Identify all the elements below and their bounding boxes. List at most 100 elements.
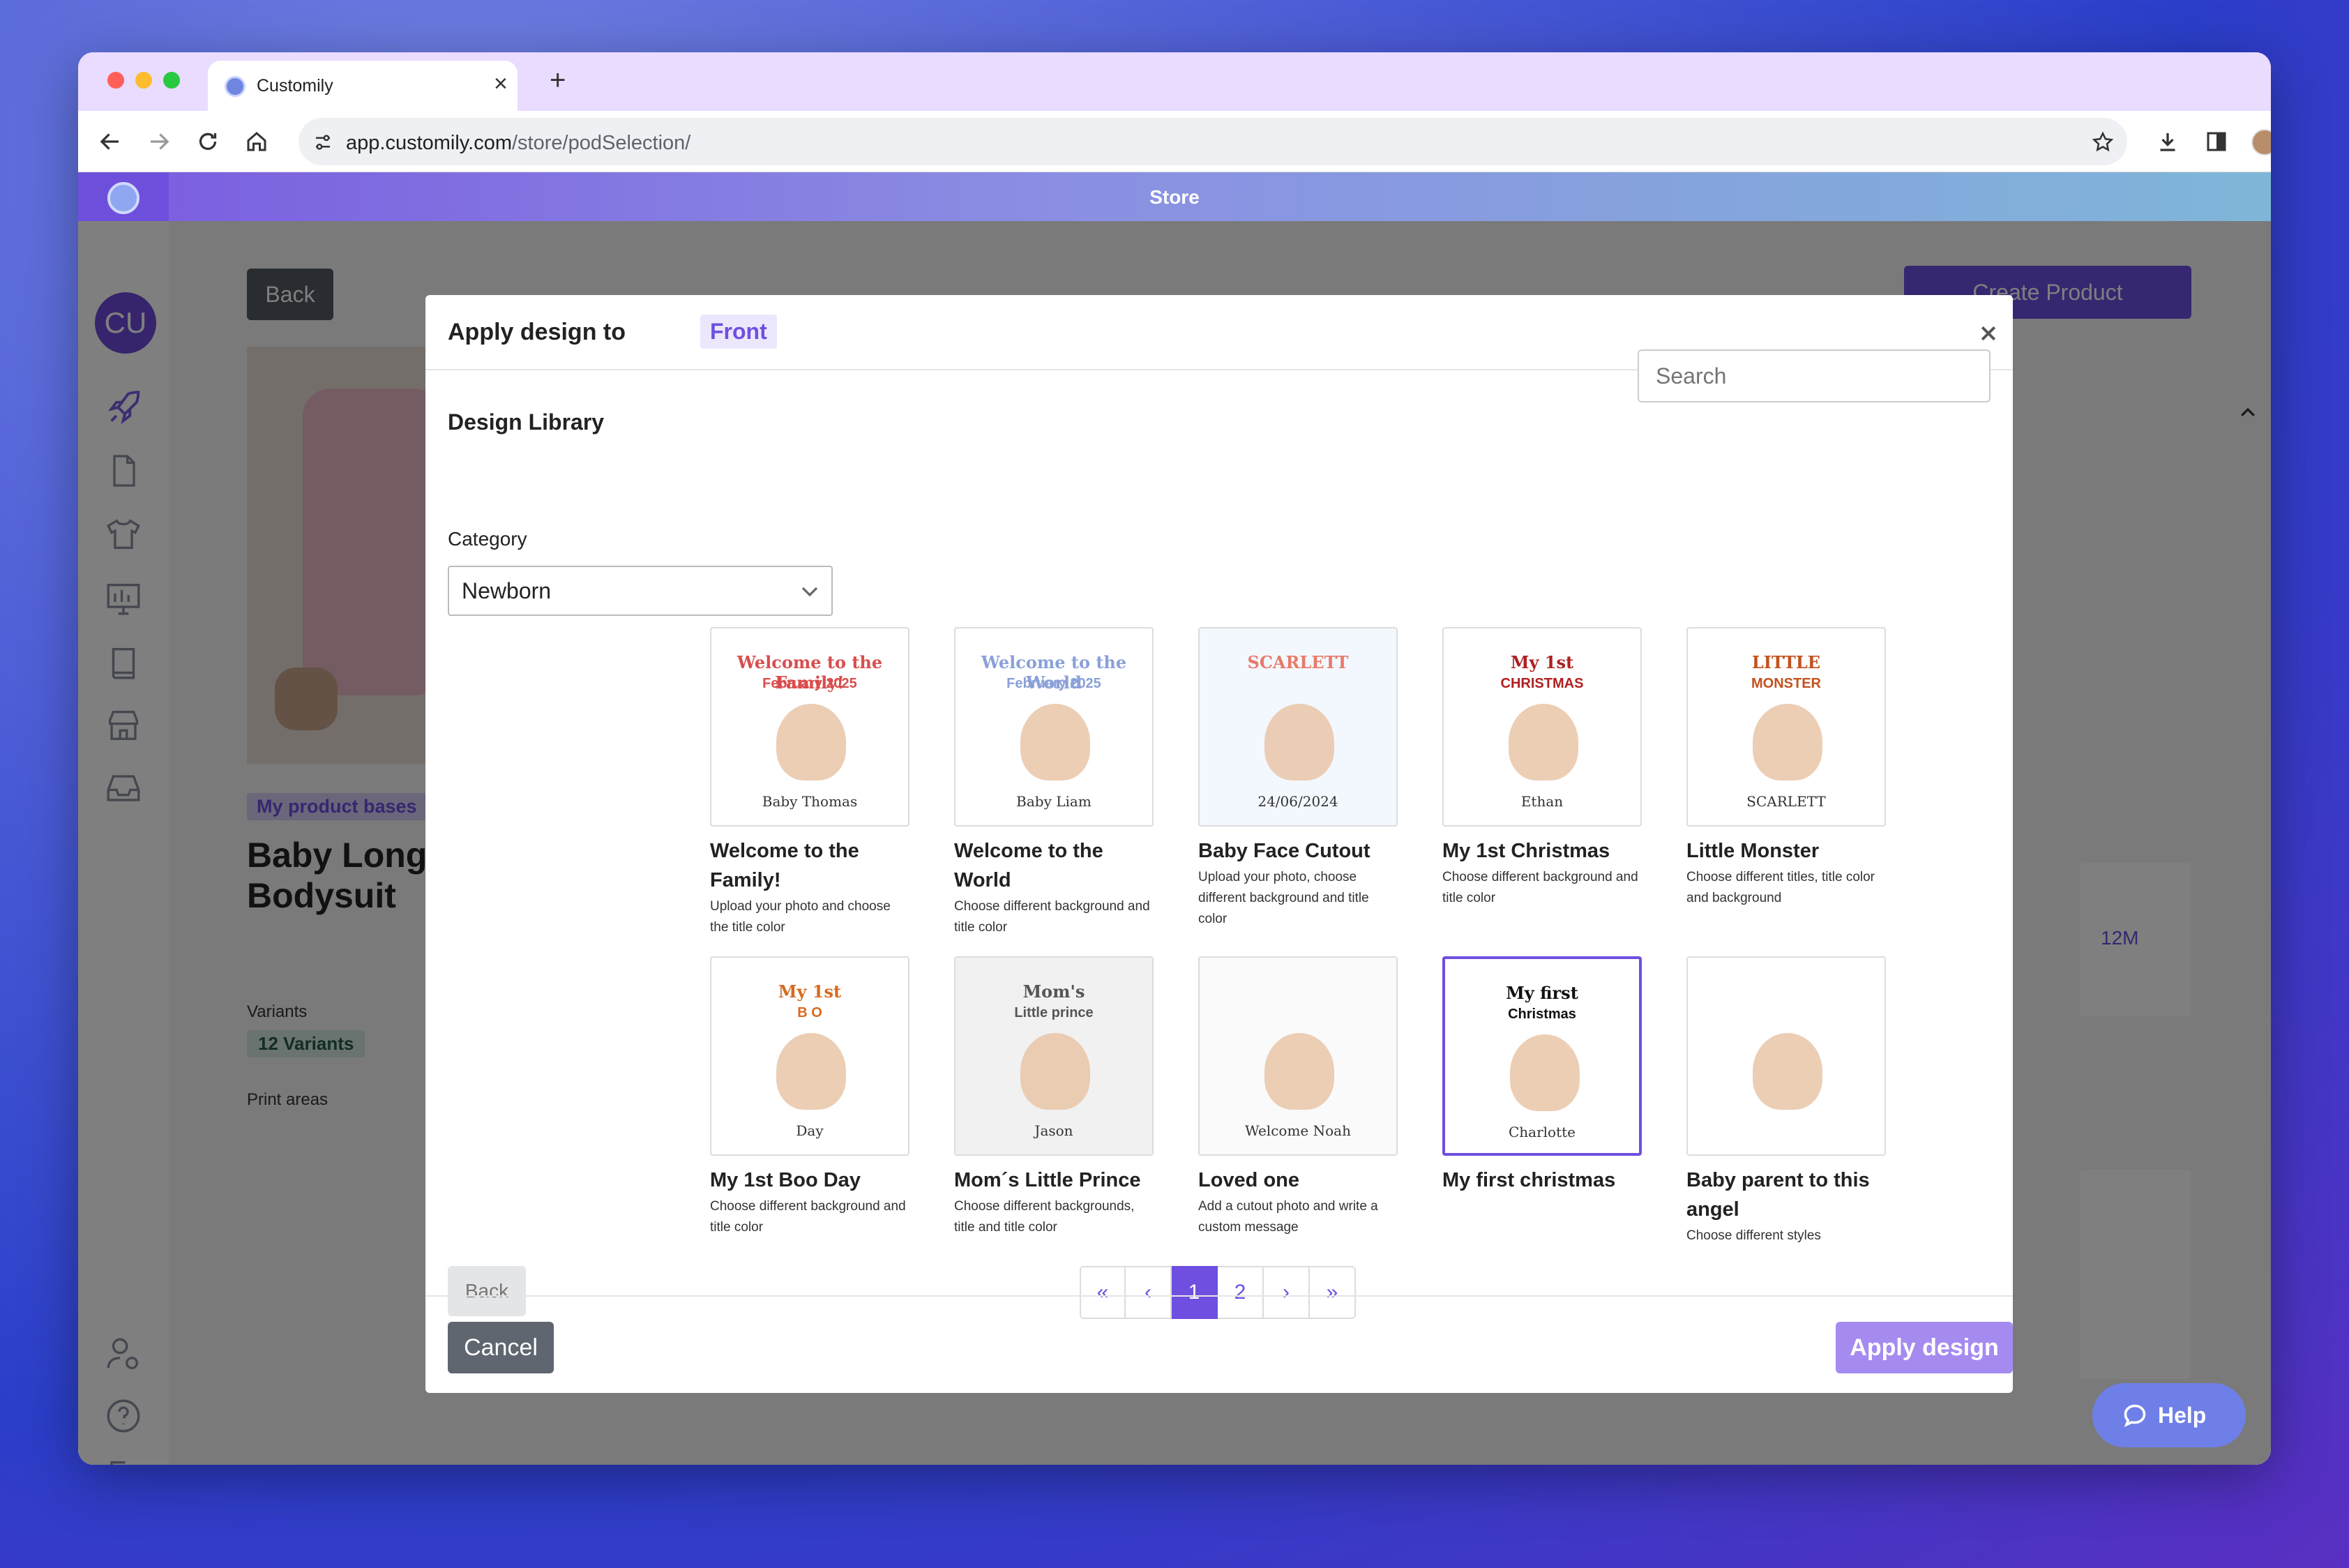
baby-illustration — [1753, 704, 1822, 781]
thumbnail-title: LITTLE — [1751, 652, 1821, 672]
design-name: Mom´s Little Prince — [954, 1169, 1141, 1191]
page-1-button[interactable]: 1 — [1172, 1266, 1218, 1319]
category-label: Category — [448, 528, 527, 550]
last-page-button[interactable]: » — [1310, 1266, 1356, 1319]
thumbnail-subtitle: Little prince — [1014, 1005, 1094, 1020]
design-thumbnail[interactable]: LITTLE MONSTER SCARLETT — [1686, 627, 1886, 827]
design-library-heading: Design Library — [448, 409, 605, 435]
apply-design-modal: Apply design to Front Design Library Cat… — [425, 295, 2013, 1393]
url-text: app.customily.com/store/podSelection/ — [346, 132, 691, 154]
thumbnail-title: My first — [1506, 983, 1578, 1003]
back-arrow-icon[interactable] — [98, 129, 123, 154]
maximize-window-button[interactable] — [163, 72, 180, 89]
category-select[interactable]: Newborn — [448, 566, 833, 616]
design-name: Welcome to the World — [954, 840, 1103, 891]
design-description: Choose different background and title co… — [1442, 870, 1638, 905]
site-settings-icon[interactable] — [312, 132, 333, 153]
design-thumbnail[interactable]: SCARLETT 24/06/2024 — [1198, 627, 1398, 827]
tab-bar: Customily × + — [78, 52, 2271, 111]
design-name: My 1st Christmas — [1442, 840, 1610, 862]
design-card[interactable]: Welcome Noah Loved one Add a cutout photo … — [1198, 956, 1398, 1238]
modal-back-button[interactable]: Back — [448, 1266, 526, 1316]
first-page-button[interactable]: « — [1080, 1266, 1126, 1319]
design-card[interactable]: My 1st CHRISTMAS Ethan My 1st Christmas Choo… — [1442, 627, 1642, 909]
design-thumbnail[interactable]: My first Christmas Charlotte — [1442, 956, 1642, 1156]
thumbnail-title: My 1st — [778, 981, 842, 1002]
design-description: Choose different styles — [1686, 1228, 1821, 1243]
design-description: Choose different backgrounds, title and … — [954, 1199, 1135, 1235]
thumbnail-subtitle: February 2025 — [762, 676, 857, 691]
thumbnail-footer: Baby Liam — [1016, 793, 1092, 810]
design-name: Baby Face Cutout — [1198, 840, 1370, 862]
baby-illustration — [1509, 704, 1578, 781]
download-icon[interactable] — [2155, 129, 2180, 154]
design-thumbnail[interactable]: Welcome to the World February 2025 Baby Li… — [954, 627, 1154, 827]
design-description: Choose different background and title co… — [954, 899, 1150, 935]
browser-window: Customily × + app.customily.com/store/po… — [78, 52, 2271, 1465]
close-window-button[interactable] — [107, 72, 124, 89]
design-card[interactable]: Welcome to the Family! February 2025 Baby … — [710, 627, 909, 938]
search-input[interactable] — [1638, 349, 1991, 402]
forward-arrow-icon[interactable] — [146, 129, 172, 154]
close-icon[interactable] — [1978, 323, 1999, 344]
baby-illustration — [1753, 1033, 1822, 1110]
thumbnail-footer: Charlotte — [1508, 1124, 1576, 1140]
thumbnail-subtitle: CHRISTMAS — [1500, 676, 1584, 691]
thumbnail-footer: Baby Thomas — [762, 793, 858, 810]
help-button[interactable]: Help — [2092, 1383, 2246, 1447]
minimize-window-button[interactable] — [135, 72, 152, 89]
baby-illustration — [776, 1033, 846, 1110]
next-page-button[interactable]: › — [1264, 1266, 1310, 1319]
app-logo-area — [78, 172, 169, 221]
design-thumbnail[interactable]: Welcome to the Family! February 2025 Baby … — [710, 627, 909, 827]
design-name: Little Monster — [1686, 840, 1820, 862]
design-name: My first christmas — [1442, 1169, 1616, 1191]
thumbnail-footer: Ethan — [1520, 793, 1564, 810]
side-panel-icon[interactable] — [2204, 129, 2229, 154]
design-card[interactable]: My first Christmas Charlotte My first chris… — [1442, 956, 1642, 1196]
browser-tab[interactable]: Customily × — [208, 61, 518, 111]
apply-design-button[interactable]: Apply design — [1836, 1322, 2013, 1373]
close-tab-icon[interactable]: × — [494, 70, 508, 98]
design-name: Baby parent to this angel — [1686, 1169, 1870, 1221]
design-card[interactable]: Mom's Little prince Jason Mom´s Little Prin… — [954, 956, 1154, 1238]
design-card[interactable]: My 1st B O Day My 1st Boo Day Choose differe… — [710, 956, 909, 1238]
design-thumbnail[interactable]: My 1st B O Day — [710, 956, 909, 1156]
design-description: Upload your photo and choose the title c… — [710, 899, 891, 935]
design-thumbnail[interactable] — [1686, 956, 1886, 1156]
thumbnail-footer: SCARLETT — [1746, 793, 1826, 810]
thumbnail-subtitle: MONSTER — [1751, 676, 1821, 691]
design-thumbnail[interactable]: My 1st CHRISTMAS Ethan — [1442, 627, 1642, 827]
thumbnail-footer: Welcome Noah — [1245, 1122, 1351, 1139]
home-icon[interactable] — [244, 129, 269, 154]
new-tab-button[interactable]: + — [550, 65, 566, 96]
tab-title: Customily — [257, 76, 333, 96]
design-thumbnail[interactable]: Welcome Noah — [1198, 956, 1398, 1156]
thumbnail-footer: Day — [796, 1122, 824, 1139]
page-2-button[interactable]: 2 — [1218, 1266, 1264, 1319]
design-description: Upload your photo, choose different back… — [1198, 870, 1369, 926]
design-description: Choose different background and title co… — [710, 1199, 906, 1235]
cancel-button[interactable]: Cancel — [448, 1322, 554, 1373]
address-bar-row: app.customily.com/store/podSelection/ — [78, 111, 2271, 172]
design-name: My 1st Boo Day — [710, 1169, 861, 1191]
thumbnail-title: My 1st — [1510, 652, 1574, 672]
design-card[interactable]: Baby parent to this angel Choose differen… — [1686, 956, 1886, 1246]
thumbnail-title: SCARLETT — [1247, 652, 1349, 672]
design-description: Add a cutout photo and write a custom me… — [1198, 1199, 1378, 1235]
design-thumbnail[interactable]: Mom's Little prince Jason — [954, 956, 1154, 1156]
bookmark-star-icon[interactable] — [2091, 130, 2115, 154]
reload-icon[interactable] — [195, 129, 220, 154]
design-card[interactable]: SCARLETT 24/06/2024 Baby Face Cutout Upload… — [1198, 627, 1398, 930]
baby-illustration — [1264, 704, 1334, 781]
design-name: Welcome to the Family! — [710, 840, 859, 891]
url-bar[interactable]: app.customily.com/store/podSelection/ — [299, 118, 2127, 165]
profile-avatar[interactable] — [2251, 129, 2271, 156]
customily-logo-icon[interactable] — [107, 182, 139, 214]
baby-illustration — [1020, 1033, 1090, 1110]
app-header: Store — [78, 172, 2271, 221]
side-badge: Front — [700, 315, 777, 349]
prev-page-button[interactable]: ‹ — [1126, 1266, 1172, 1319]
design-card[interactable]: Welcome to the World February 2025 Baby Li… — [954, 627, 1154, 938]
design-card[interactable]: LITTLE MONSTER SCARLETT Little Monster Choos… — [1686, 627, 1886, 909]
